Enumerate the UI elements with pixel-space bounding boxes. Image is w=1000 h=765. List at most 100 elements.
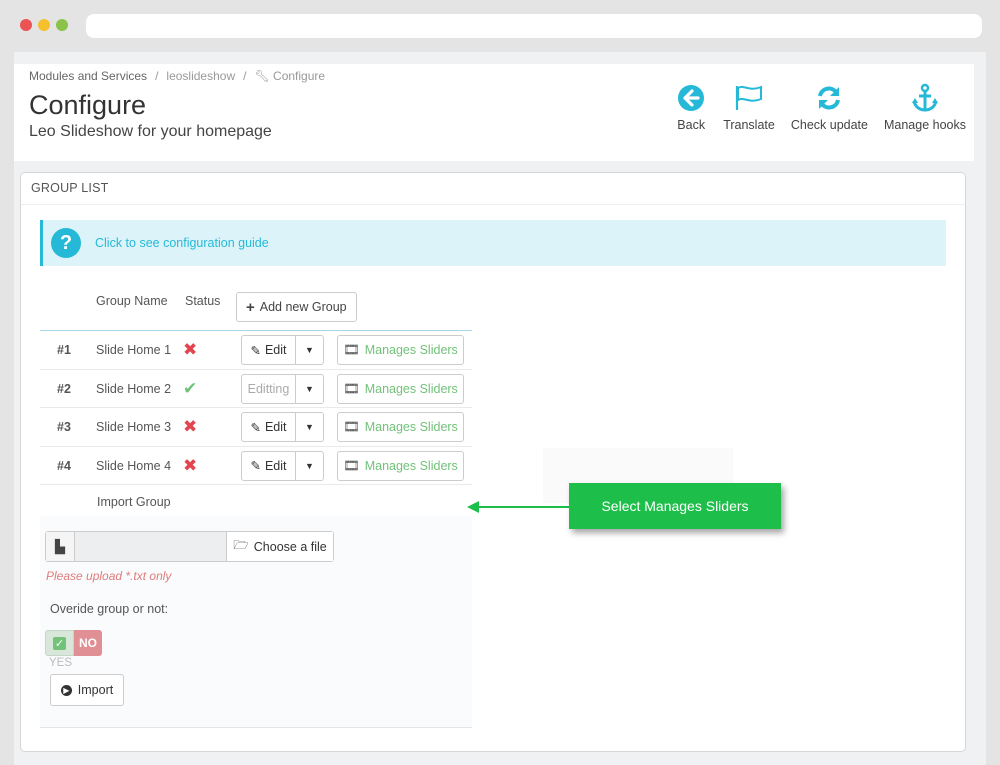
edit-dropdown-toggle[interactable]: ▼ [296, 452, 323, 480]
page-subtitle: Leo Slideshow for your homepage [29, 123, 272, 140]
maximize-window-dot[interactable] [56, 19, 68, 31]
arrow-icon [467, 501, 573, 513]
file-upload: ▙ 🗁 Choose a file [45, 531, 334, 562]
film-icon: 🎞︎ [343, 342, 360, 357]
row-number: #3 [57, 420, 71, 434]
edit-label: Edit [264, 458, 287, 473]
manages-sliders-label: Manages Sliders [364, 420, 458, 434]
wrench-icon: 🔧︎ [254, 69, 270, 83]
group-name: Slide Home 4 [96, 458, 172, 473]
status-inactive-icon[interactable]: ✖ [183, 340, 197, 360]
close-window-dot[interactable] [20, 19, 32, 31]
question-icon: ? [51, 228, 81, 258]
edit-button[interactable]: ✎ Edit [242, 451, 296, 480]
edit-button-group: Editting ▼ [241, 373, 324, 404]
callout-annotation: Select Manages Sliders [569, 483, 781, 529]
import-area: ▙ 🗁 Choose a file Please upload *.txt onl… [40, 516, 472, 728]
group-list-panel: GROUP LIST ? Click to see configuration … [20, 172, 966, 752]
upload-hint: Please upload *.txt only [46, 569, 172, 583]
edit-dropdown-toggle[interactable]: ▼ [296, 336, 323, 364]
import-label: Import [77, 683, 114, 697]
status-inactive-icon[interactable]: ✖ [183, 417, 197, 437]
arrow-left-circle-icon [675, 82, 707, 114]
film-icon: 🎞︎ [343, 457, 360, 473]
edit-button[interactable]: ✎ Edit [242, 336, 296, 364]
address-bar[interactable] [86, 14, 982, 38]
film-icon: 🎞︎ [343, 419, 360, 434]
table-row: #1 Slide Home 1 ✖ ✎ Edit ▼ 🎞︎ Manages Slid… [40, 331, 472, 370]
toggle-yes[interactable]: ✓ [45, 630, 74, 656]
manages-sliders-label: Manages Sliders [364, 381, 458, 396]
manages-sliders-button[interactable]: 🎞︎ Manages Sliders [337, 412, 464, 442]
anchor-icon [909, 82, 941, 114]
toolbar: Back Translate Check update Manage hooks [667, 82, 974, 132]
edit-button[interactable]: ✎ Edit [242, 413, 296, 441]
toggle-no[interactable]: NO [74, 630, 102, 656]
breadcrumb: Modules and Services / leoslideshow / 🔧︎… [29, 69, 325, 83]
group-name: Slide Home 3 [96, 420, 172, 434]
manages-sliders-button[interactable]: 🎞︎ Manages Sliders [337, 335, 464, 365]
edit-button-group: ✎ Edit ▼ [241, 412, 324, 442]
info-alert: ? Click to see configuration guide [40, 220, 946, 266]
editting-button[interactable]: Editting [242, 374, 296, 403]
plus-icon: + [246, 298, 255, 316]
import-group-label: Import Group [97, 495, 171, 509]
page-title: Configure [29, 90, 147, 120]
status-active-icon[interactable]: ✔ [183, 379, 197, 399]
group-name: Slide Home 1 [96, 343, 172, 357]
edit-dropdown-toggle[interactable]: ▼ [296, 375, 323, 403]
translate-button[interactable]: Translate [715, 82, 783, 132]
manages-sliders-button[interactable]: 🎞︎ Manages Sliders [337, 373, 464, 404]
row-number: #2 [57, 381, 71, 396]
override-toggle[interactable]: ✓ NO [45, 630, 102, 656]
override-label: Overide group or not: [50, 602, 169, 616]
pencil-icon: ✎ [250, 420, 261, 435]
browser-chrome [0, 0, 1000, 52]
page: Modules and Services / leoslideshow / 🔧︎… [14, 52, 986, 765]
page-header: Modules and Services / leoslideshow / 🔧︎… [14, 64, 974, 161]
manages-sliders-label: Manages Sliders [364, 458, 458, 473]
manage-hooks-button[interactable]: Manage hooks [876, 82, 974, 132]
file-path-field[interactable] [75, 532, 227, 561]
add-new-group-button[interactable]: + Add new Group [236, 292, 357, 322]
manages-sliders-label: Manages Sliders [364, 343, 458, 357]
breadcrumb-separator: / [243, 69, 247, 83]
edit-dropdown-toggle[interactable]: ▼ [296, 413, 323, 441]
check-icon: ✓ [53, 636, 66, 650]
choose-file-label: Choose a file [253, 539, 327, 554]
group-table: #1 Slide Home 1 ✖ ✎ Edit ▼ 🎞︎ Manages Slid… [40, 330, 472, 519]
row-number: #4 [57, 458, 71, 473]
back-button[interactable]: Back [667, 82, 715, 132]
import-group-row: Import Group [40, 485, 472, 519]
edit-label: Edit [264, 343, 287, 357]
panel-heading: GROUP LIST [21, 173, 965, 205]
import-button[interactable]: ▶ Import [50, 674, 124, 706]
pencil-icon: ✎ [250, 459, 261, 473]
check-update-button[interactable]: Check update [783, 82, 876, 132]
configuration-guide-link[interactable]: Click to see configuration guide [95, 236, 269, 250]
film-icon: 🎞︎ [343, 380, 360, 396]
breadcrumb-separator: / [155, 69, 159, 83]
status-inactive-icon[interactable]: ✖ [183, 456, 197, 476]
breadcrumb-current-label: Configure [273, 69, 326, 83]
choose-file-button[interactable]: 🗁 Choose a file [227, 532, 333, 561]
breadcrumb-module[interactable]: leoslideshow [166, 69, 235, 83]
file-icon: ▙ [46, 532, 75, 561]
minimize-window-dot[interactable] [38, 19, 50, 31]
row-number: #1 [57, 343, 71, 357]
translate-label: Translate [723, 118, 775, 132]
pencil-icon: ✎ [250, 343, 261, 358]
table-row: #3 Slide Home 3 ✖ ✎ Edit ▼ 🎞︎ Manages Slid… [40, 408, 472, 447]
manages-sliders-button[interactable]: 🎞︎ Manages Sliders [337, 450, 464, 481]
table-row: #4 Slide Home 4 ✖ ✎ Edit ▼ 🎞︎ Manages Slid… [40, 447, 472, 485]
edit-label: Edit [264, 420, 287, 434]
breadcrumb-modules[interactable]: Modules and Services [29, 69, 147, 83]
table-row: #2 Slide Home 2 ✔ Editting ▼ 🎞︎ Manages S… [40, 370, 472, 408]
check-update-label: Check update [790, 118, 868, 132]
flag-icon [733, 82, 765, 114]
column-status: Status [185, 294, 221, 308]
toggle-yes-label: YES [49, 657, 73, 669]
column-group-name: Group Name [96, 294, 168, 308]
edit-button-group: ✎ Edit ▼ [241, 335, 324, 365]
manage-hooks-label: Manage hooks [883, 118, 966, 132]
